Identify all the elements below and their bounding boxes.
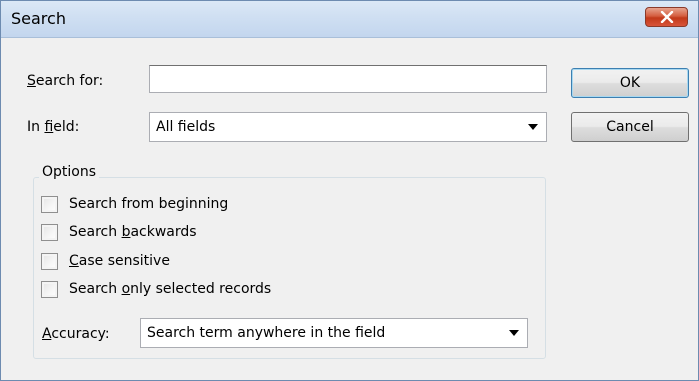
search-only-selected-label: Search only selected records [69, 281, 272, 297]
search-only-selected-option[interactable]: Search only selected records [41, 279, 271, 299]
close-icon [660, 11, 674, 23]
search-for-label: Search for: [27, 73, 104, 89]
in-field-selected-value: All fields [156, 119, 216, 135]
search-backwards-option[interactable]: Search backwards [41, 222, 197, 242]
close-button[interactable] [645, 7, 688, 27]
accuracy-select[interactable]: Search term anywhere in the field [140, 318, 528, 348]
in-field-label: In field: [27, 119, 80, 135]
cancel-button[interactable]: Cancel [571, 112, 689, 142]
search-only-selected-checkbox[interactable] [41, 280, 58, 298]
case-sensitive-label: Case sensitive [69, 253, 170, 269]
title-bar[interactable]: Search [1, 1, 698, 38]
in-field-select[interactable]: All fields [149, 112, 547, 142]
ok-button[interactable]: OK [571, 68, 689, 98]
chevron-down-icon[interactable] [521, 114, 545, 140]
search-backwards-label: Search backwards [69, 224, 197, 240]
chevron-down-icon[interactable] [502, 320, 526, 346]
dialog-body: Search for: In field: All fields OK Canc… [1, 39, 698, 380]
options-group-title: Options [39, 164, 100, 180]
search-from-beginning-checkbox[interactable] [41, 195, 58, 213]
search-from-beginning-label: Search from beginning [69, 196, 229, 212]
accuracy-selected-value: Search term anywhere in the field [147, 325, 386, 341]
search-for-input[interactable] [149, 65, 547, 93]
case-sensitive-option[interactable]: Case sensitive [41, 251, 170, 271]
accuracy-label: Accuracy: [42, 326, 110, 342]
case-sensitive-checkbox[interactable] [41, 252, 58, 270]
search-from-beginning-option[interactable]: Search from beginning [41, 194, 228, 214]
search-dialog: Search Search for: In field: All fields … [0, 0, 699, 381]
search-backwards-checkbox[interactable] [41, 223, 58, 241]
dialog-title: Search [11, 9, 66, 28]
